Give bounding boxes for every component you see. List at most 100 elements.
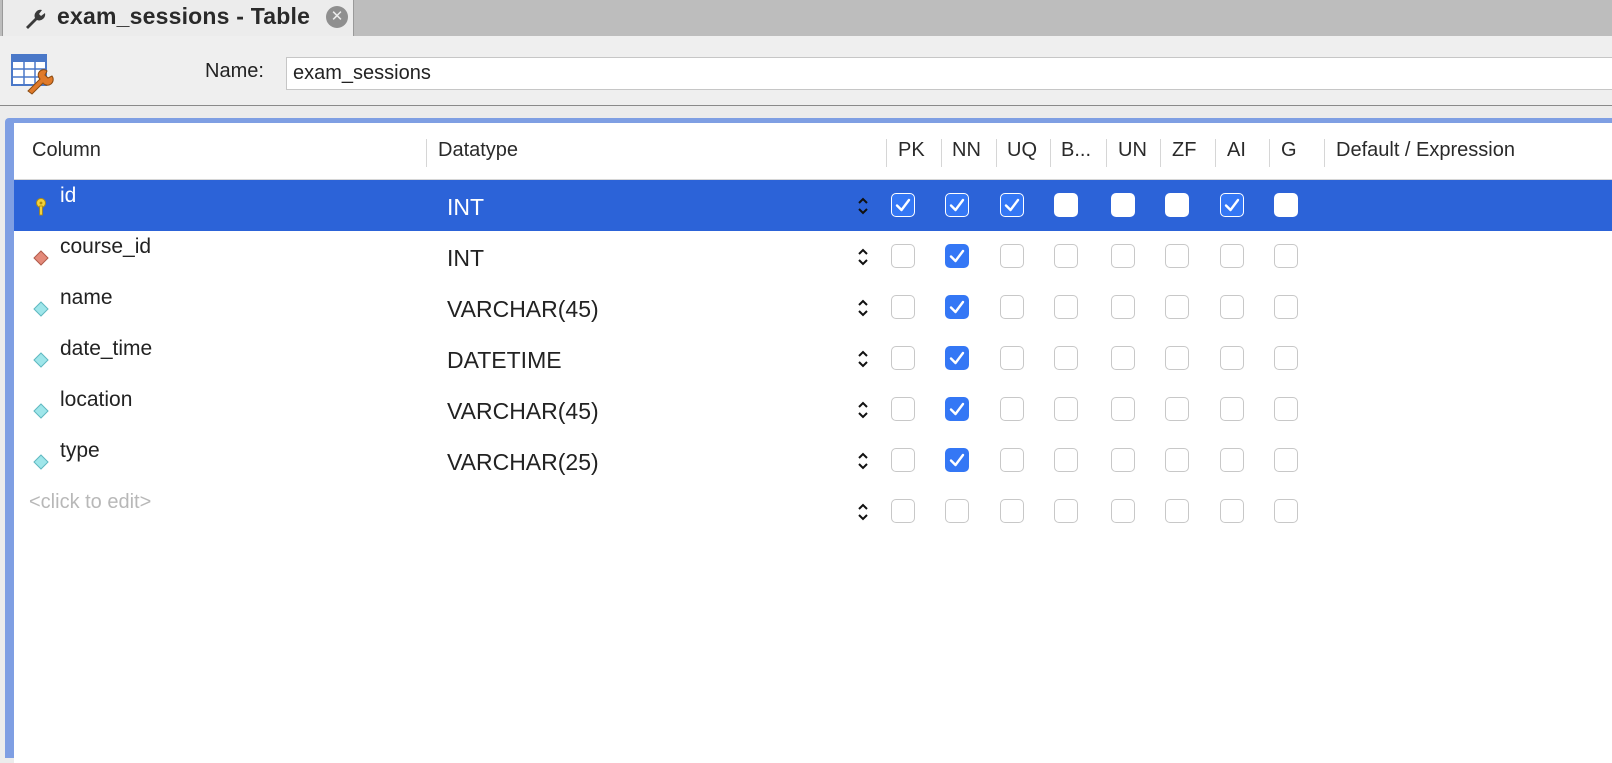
header-separator[interactable] [1324, 139, 1325, 167]
checkbox-ai[interactable] [1220, 499, 1244, 523]
new-column-row[interactable]: <click to edit> [14, 486, 1612, 537]
header-datatype[interactable]: Datatype [438, 139, 518, 162]
datatype-stepper-icon[interactable] [857, 246, 869, 268]
checkbox-g[interactable] [1274, 193, 1298, 217]
checkbox-b[interactable] [1054, 295, 1078, 319]
datatype-stepper-icon[interactable] [857, 195, 869, 217]
column-datatype[interactable]: INT [447, 245, 484, 272]
header-separator[interactable] [941, 139, 942, 167]
checkbox-pk[interactable] [891, 346, 915, 370]
header-separator[interactable] [996, 139, 997, 167]
checkbox-ai[interactable] [1220, 397, 1244, 421]
checkbox-un[interactable] [1111, 397, 1135, 421]
checkbox-nn[interactable] [945, 448, 969, 472]
column-datatype[interactable]: INT [447, 194, 484, 221]
checkbox-b[interactable] [1054, 448, 1078, 472]
table-row[interactable]: date_time DATETIME [14, 333, 1612, 384]
column-name[interactable]: course_id [60, 235, 151, 259]
header-binary[interactable]: B... [1061, 139, 1091, 162]
header-separator[interactable] [1106, 139, 1107, 167]
checkbox-uq[interactable] [1000, 346, 1024, 370]
header-separator[interactable] [1160, 139, 1161, 167]
column-name[interactable]: type [60, 439, 100, 463]
checkbox-b[interactable] [1054, 193, 1078, 217]
checkbox-zf[interactable] [1165, 244, 1189, 268]
column-datatype[interactable]: VARCHAR(45) [447, 398, 599, 425]
column-name[interactable]: location [60, 388, 132, 412]
checkbox-zf[interactable] [1165, 448, 1189, 472]
checkbox-g[interactable] [1274, 448, 1298, 472]
table-row[interactable]: course_id INT [14, 231, 1612, 282]
checkbox-zf[interactable] [1165, 295, 1189, 319]
header-separator[interactable] [1215, 139, 1216, 167]
datatype-stepper-icon[interactable] [857, 348, 869, 370]
header-ai[interactable]: AI [1227, 139, 1246, 162]
table-row[interactable]: id INT [14, 180, 1612, 231]
header-un[interactable]: UN [1118, 139, 1147, 162]
checkbox-nn[interactable] [945, 346, 969, 370]
header-separator[interactable] [1269, 139, 1270, 167]
checkbox-g[interactable] [1274, 346, 1298, 370]
header-separator[interactable] [426, 139, 427, 167]
checkbox-b[interactable] [1054, 499, 1078, 523]
checkbox-ai[interactable] [1220, 295, 1244, 319]
checkbox-uq[interactable] [1000, 499, 1024, 523]
checkbox-uq[interactable] [1000, 244, 1024, 268]
header-uq[interactable]: UQ [1007, 139, 1037, 162]
checkbox-pk[interactable] [891, 397, 915, 421]
checkbox-un[interactable] [1111, 295, 1135, 319]
checkbox-g[interactable] [1274, 499, 1298, 523]
header-separator[interactable] [1050, 139, 1051, 167]
checkbox-un[interactable] [1111, 193, 1135, 217]
checkbox-pk[interactable] [891, 193, 915, 217]
checkbox-ai[interactable] [1220, 193, 1244, 217]
header-column[interactable]: Column [32, 139, 101, 162]
checkbox-b[interactable] [1054, 346, 1078, 370]
checkbox-g[interactable] [1274, 244, 1298, 268]
checkbox-nn[interactable] [945, 193, 969, 217]
checkbox-g[interactable] [1274, 397, 1298, 421]
checkbox-zf[interactable] [1165, 346, 1189, 370]
checkbox-pk[interactable] [891, 448, 915, 472]
column-name[interactable]: name [60, 286, 113, 310]
table-name-input[interactable]: exam_sessions [286, 57, 1612, 90]
header-separator[interactable] [886, 139, 887, 167]
checkbox-pk[interactable] [891, 295, 915, 319]
table-row[interactable]: type VARCHAR(25) [14, 435, 1612, 486]
checkbox-b[interactable] [1054, 397, 1078, 421]
column-datatype[interactable]: DATETIME [447, 347, 562, 374]
checkbox-uq[interactable] [1000, 448, 1024, 472]
checkbox-zf[interactable] [1165, 499, 1189, 523]
checkbox-zf[interactable] [1165, 397, 1189, 421]
checkbox-uq[interactable] [1000, 397, 1024, 421]
header-default-expression[interactable]: Default / Expression [1336, 139, 1515, 162]
datatype-stepper-icon[interactable] [857, 450, 869, 472]
table-row[interactable]: name VARCHAR(45) [14, 282, 1612, 333]
checkbox-nn[interactable] [945, 499, 969, 523]
column-name[interactable]: date_time [60, 337, 152, 361]
checkbox-ai[interactable] [1220, 346, 1244, 370]
datatype-stepper-icon[interactable] [857, 297, 869, 319]
checkbox-un[interactable] [1111, 448, 1135, 472]
checkbox-pk[interactable] [891, 244, 915, 268]
header-zf[interactable]: ZF [1172, 139, 1196, 162]
checkbox-ai[interactable] [1220, 244, 1244, 268]
checkbox-un[interactable] [1111, 499, 1135, 523]
datatype-stepper-icon[interactable] [857, 399, 869, 421]
checkbox-nn[interactable] [945, 295, 969, 319]
header-nn[interactable]: NN [952, 139, 981, 162]
tab-exam-sessions[interactable]: exam_sessions - Table ✕ [2, 0, 354, 36]
column-name[interactable]: id [60, 184, 76, 208]
column-datatype[interactable]: VARCHAR(25) [447, 449, 599, 476]
checkbox-b[interactable] [1054, 244, 1078, 268]
checkbox-nn[interactable] [945, 244, 969, 268]
checkbox-uq[interactable] [1000, 295, 1024, 319]
close-tab-icon[interactable]: ✕ [326, 6, 348, 28]
checkbox-g[interactable] [1274, 295, 1298, 319]
checkbox-pk[interactable] [891, 499, 915, 523]
checkbox-zf[interactable] [1165, 193, 1189, 217]
click-to-edit-placeholder[interactable]: <click to edit> [29, 491, 151, 514]
checkbox-ai[interactable] [1220, 448, 1244, 472]
header-g[interactable]: G [1281, 139, 1297, 162]
checkbox-un[interactable] [1111, 346, 1135, 370]
